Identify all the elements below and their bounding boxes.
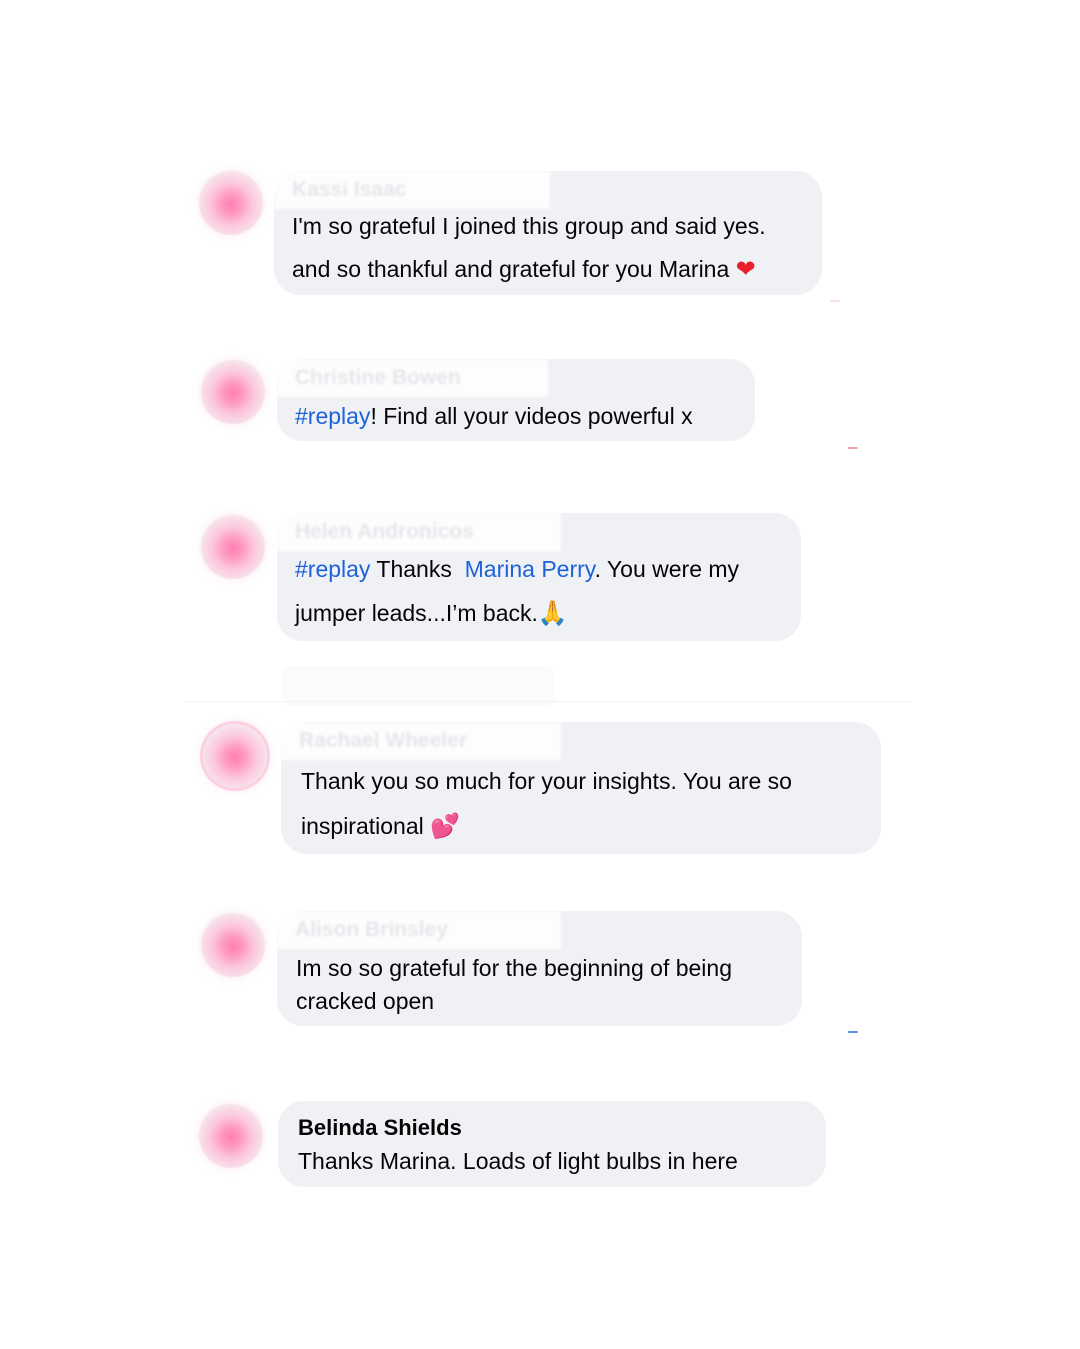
avatar[interactable]	[201, 913, 265, 977]
comment-bubble: Christine Bowen #replay! Find all your v…	[277, 359, 755, 441]
comment-text: and so thankful and grateful for you Mar…	[292, 256, 730, 282]
comment-bubble: Helen Andronicos #replay Thanks Marina P…	[277, 513, 801, 641]
comment-bubble: Rachael Wheeler Thank you so much for yo…	[281, 722, 881, 854]
comment-text-line-1: Im so so grateful for the beginning of b…	[296, 955, 733, 981]
edge-marker	[848, 1031, 858, 1033]
redacted-area	[282, 666, 554, 706]
comment-text-line-1: #replay! Find all your videos powerful x	[295, 403, 693, 430]
author-name-redacted[interactable]: Alison Brinsley	[277, 911, 561, 949]
comment-text: inspirational	[301, 813, 431, 839]
folded-hands-icon: 🙏	[537, 599, 568, 627]
comment-text-line-2: and so thankful and grateful for you Mar…	[292, 255, 756, 283]
comment-text-line-1: Thank you so much for your insights. You…	[301, 768, 792, 794]
comment-bubble: Belinda Shields Thanks Marina. Loads of …	[278, 1101, 826, 1187]
mention-link[interactable]: Marina Perry	[465, 556, 595, 582]
comment-text-line-1: I'm so grateful I joined this group and …	[292, 213, 766, 239]
hashtag-link[interactable]: #replay	[295, 403, 370, 429]
comment-text-line-1: Thanks Marina. Loads of light bulbs in h…	[298, 1148, 738, 1174]
comment-text: jumper leads...I’m back.	[295, 600, 538, 626]
comment-text-line-2: inspirational 💕	[301, 812, 460, 840]
edge-marker	[848, 447, 858, 449]
two-hearts-icon: 💕	[430, 812, 461, 840]
red-heart-icon: ❤	[735, 255, 756, 283]
avatar[interactable]	[201, 515, 265, 579]
avatar[interactable]	[199, 1104, 263, 1168]
comment-text: Thanks	[370, 556, 465, 582]
author-name-redacted[interactable]: Kassi Isaac	[274, 171, 550, 209]
comment-text: ! Find all your videos powerful x	[370, 403, 693, 429]
comment-text-line-1: #replay Thanks Marina Perry. You were my	[295, 556, 739, 583]
comment-text-line-2: jumper leads...I’m back.🙏	[295, 599, 568, 627]
avatar[interactable]	[199, 171, 263, 235]
comment-bubble: Kassi Isaac I'm so grateful I joined thi…	[274, 171, 822, 295]
avatar[interactable]	[203, 724, 267, 788]
comment-bubble: Alison Brinsley Im so so grateful for th…	[277, 911, 802, 1026]
author-name-redacted[interactable]: Christine Bowen	[277, 359, 548, 397]
divider	[184, 701, 912, 702]
comment-text: . You were my	[594, 556, 740, 582]
author-name-redacted[interactable]: Helen Andronicos	[277, 513, 561, 551]
author-name-redacted[interactable]: Rachael Wheeler	[281, 722, 561, 760]
edge-marker	[830, 300, 840, 302]
comment-text-line-2: cracked open	[296, 988, 435, 1014]
hashtag-link[interactable]: #replay	[295, 556, 370, 582]
avatar[interactable]	[201, 360, 265, 424]
author-name[interactable]: Belinda Shields	[298, 1115, 462, 1141]
